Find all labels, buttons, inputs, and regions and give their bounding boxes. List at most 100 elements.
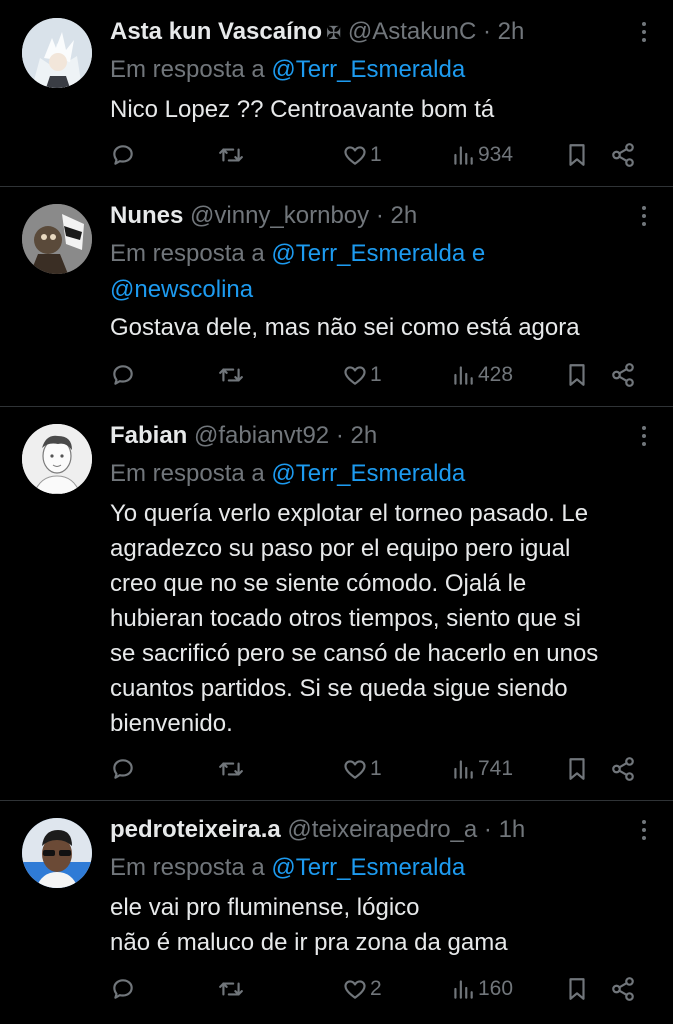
timestamp[interactable]: · 1h bbox=[484, 816, 525, 843]
views-icon bbox=[454, 980, 473, 999]
view-count: 934 bbox=[478, 143, 514, 166]
handle[interactable]: @vinny_kornboy bbox=[190, 202, 369, 229]
heart-icon bbox=[344, 760, 366, 779]
action-bar: 1 741 bbox=[110, 754, 650, 784]
share-button[interactable] bbox=[610, 974, 636, 1004]
tweet[interactable]: pedroteixeira.a @teixeirapedro_a · 1h Em… bbox=[0, 812, 673, 1024]
reply-icon bbox=[113, 365, 133, 385]
reply-button[interactable] bbox=[110, 974, 136, 1004]
retweet-button[interactable] bbox=[218, 974, 244, 1004]
tweet-text: Gostava dele, mas não sei como está agor… bbox=[110, 310, 655, 345]
display-name[interactable]: Asta kun Vascaíno bbox=[110, 18, 322, 45]
avatar[interactable] bbox=[22, 424, 92, 494]
reply-to-link[interactable]: @Terr_Esmeralda bbox=[271, 56, 465, 83]
display-name[interactable]: Nunes bbox=[110, 202, 183, 229]
tweet[interactable]: Fabian @fabianvt92 · 2h Em resposta a @T… bbox=[0, 418, 673, 794]
reply-prefix: Em resposta a bbox=[110, 56, 265, 83]
reply-prefix: Em resposta a bbox=[110, 854, 265, 881]
views-button[interactable]: 741 bbox=[450, 754, 513, 784]
reply-to-link[interactable]: @Terr_Esmeralda bbox=[271, 460, 465, 487]
action-bar: 1 428 bbox=[110, 360, 650, 390]
bookmark-button[interactable] bbox=[564, 140, 590, 170]
share-button[interactable] bbox=[610, 360, 636, 390]
like-count: 1 bbox=[370, 363, 382, 386]
more-icon[interactable] bbox=[641, 426, 647, 450]
share-icon bbox=[612, 977, 634, 1001]
tweet[interactable]: Nunes @vinny_kornboy · 2h Em resposta a … bbox=[0, 198, 673, 404]
tweet-text-line: hubieran tocado otros tiempos, siento qu… bbox=[110, 605, 581, 632]
more-icon[interactable] bbox=[641, 22, 647, 46]
bookmark-icon bbox=[569, 364, 585, 386]
reply-to-link[interactable]: @Terr_Esmeralda bbox=[271, 854, 465, 881]
more-icon[interactable] bbox=[641, 206, 647, 230]
handle[interactable]: @AstakunC bbox=[348, 18, 476, 45]
share-icon bbox=[612, 363, 634, 387]
display-name[interactable]: pedroteixeira.a bbox=[110, 816, 281, 843]
tweet[interactable]: Asta kun Vascaíno ✠ @AstakunC · 2h Em res… bbox=[0, 14, 673, 184]
tweet-text-line: agradezco su paso por el equipo pero igu… bbox=[110, 535, 571, 562]
retweet-icon bbox=[219, 982, 243, 996]
bookmark-button[interactable] bbox=[564, 360, 590, 390]
reply-context: Em resposta a @Terr_Esmeralda bbox=[110, 850, 465, 886]
like-button[interactable]: 2 bbox=[342, 974, 382, 1004]
retweet-icon bbox=[219, 368, 243, 382]
like-count: 2 bbox=[370, 977, 382, 1000]
like-count: 1 bbox=[370, 757, 382, 780]
share-button[interactable] bbox=[610, 140, 636, 170]
views-icon bbox=[454, 146, 473, 165]
retweet-icon bbox=[219, 148, 243, 162]
share-icon bbox=[612, 143, 634, 167]
timestamp[interactable]: · 2h bbox=[336, 422, 377, 449]
tweet-text: ele vai pro fluminense, lógico não é mal… bbox=[110, 890, 655, 960]
reply-context: Em resposta a @Terr_Esmeralda e bbox=[110, 236, 485, 272]
reply-button[interactable] bbox=[110, 140, 136, 170]
retweet-icon bbox=[219, 762, 243, 776]
tweet-text-line: ele vai pro fluminense, lógico bbox=[110, 894, 420, 921]
share-icon bbox=[612, 757, 634, 781]
views-button[interactable]: 160 bbox=[450, 974, 513, 1004]
reply-to-link[interactable]: @Terr_Esmeralda e bbox=[271, 240, 485, 267]
reply-context: Em resposta a @Terr_Esmeralda bbox=[110, 456, 465, 492]
timestamp[interactable]: · 2h bbox=[376, 202, 417, 229]
avatar[interactable] bbox=[22, 18, 92, 88]
retweet-button[interactable] bbox=[218, 360, 244, 390]
tweet-text-line: creo que no se siente cómodo. Ojalá le bbox=[110, 570, 527, 597]
retweet-button[interactable] bbox=[218, 754, 244, 784]
views-button[interactable]: 934 bbox=[450, 140, 513, 170]
timestamp[interactable]: · 2h bbox=[483, 18, 524, 45]
bookmark-icon bbox=[569, 758, 585, 780]
display-name[interactable]: Fabian bbox=[110, 422, 187, 449]
retweet-button[interactable] bbox=[218, 140, 244, 170]
views-icon bbox=[454, 760, 473, 779]
tweet-text-line: bienvenido. bbox=[110, 710, 233, 737]
reply-to-link[interactable]: @newscolina bbox=[110, 276, 253, 303]
avatar[interactable] bbox=[22, 818, 92, 888]
tweet-text-line: Gostava dele, mas não sei como está agor… bbox=[110, 314, 580, 341]
like-button[interactable]: 1 bbox=[342, 754, 382, 784]
reply-context-line-2: @newscolina bbox=[110, 272, 253, 308]
reply-context: Em resposta a @Terr_Esmeralda bbox=[110, 52, 465, 88]
like-button[interactable]: 1 bbox=[342, 360, 382, 390]
views-button[interactable]: 428 bbox=[450, 360, 513, 390]
tweet-header: Asta kun Vascaíno ✠ @AstakunC · 2h bbox=[110, 14, 524, 50]
bookmark-button[interactable] bbox=[564, 754, 590, 784]
bookmark-button[interactable] bbox=[564, 974, 590, 1004]
reply-icon bbox=[113, 759, 133, 779]
reply-button[interactable] bbox=[110, 360, 136, 390]
reply-button[interactable] bbox=[110, 754, 136, 784]
tweet-text-line: não é maluco de ir pra zona da gama bbox=[110, 929, 508, 956]
handle[interactable]: @fabianvt92 bbox=[194, 422, 329, 449]
reply-prefix: Em resposta a bbox=[110, 240, 265, 267]
views-icon bbox=[454, 366, 473, 385]
reply-prefix: Em resposta a bbox=[110, 460, 265, 487]
bookmark-icon bbox=[569, 978, 585, 1000]
tweet-header: pedroteixeira.a @teixeirapedro_a · 1h bbox=[110, 812, 525, 848]
avatar[interactable] bbox=[22, 204, 92, 274]
more-icon[interactable] bbox=[641, 820, 647, 844]
tweet-text: Nico Lopez ?? Centroavante bom tá bbox=[110, 92, 655, 127]
like-button[interactable]: 1 bbox=[342, 140, 382, 170]
handle[interactable]: @teixeirapedro_a bbox=[287, 816, 477, 843]
reply-icon bbox=[113, 145, 133, 165]
share-button[interactable] bbox=[610, 754, 636, 784]
tweet-text-line: Yo quería verlo explotar el torneo pasad… bbox=[110, 500, 589, 527]
